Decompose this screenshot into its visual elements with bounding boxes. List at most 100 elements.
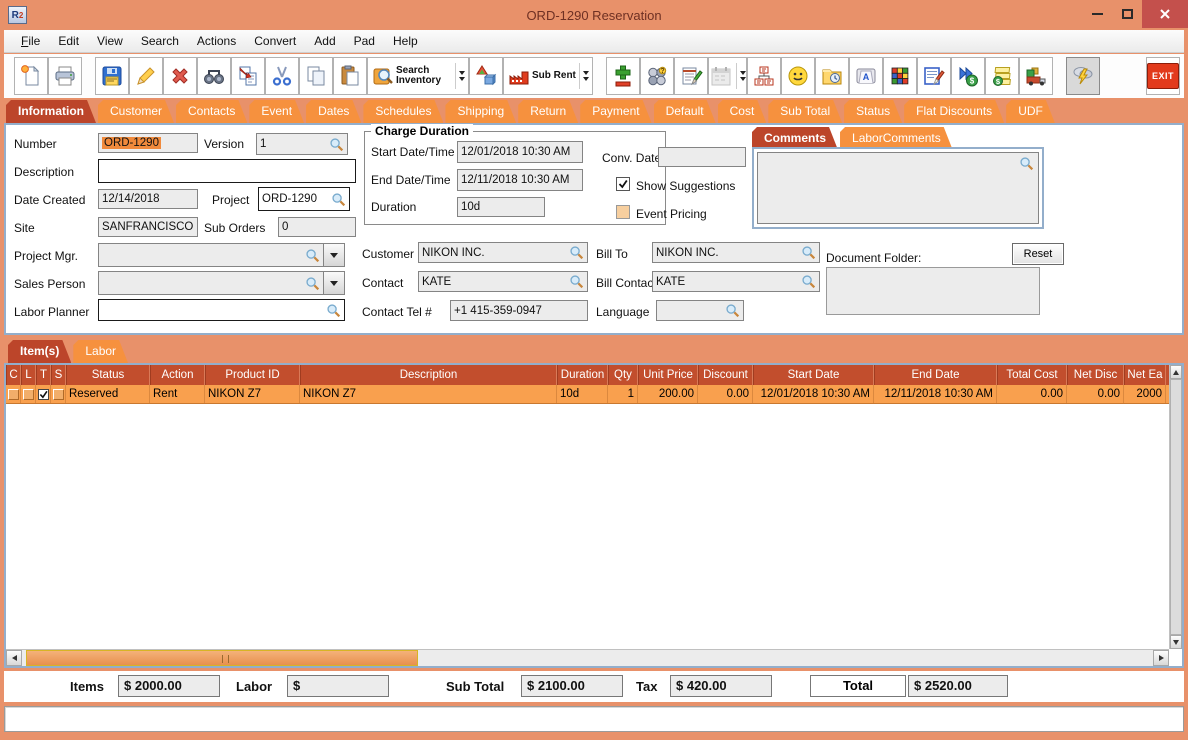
project-mgr-field[interactable] [98, 243, 324, 267]
header-cell-s[interactable]: S [51, 365, 66, 385]
tab-default[interactable]: Default [654, 100, 716, 123]
org-chart-button[interactable] [746, 57, 781, 95]
menu-convert[interactable]: Convert [245, 31, 305, 51]
paste-button[interactable] [333, 57, 367, 95]
contact-tel-field[interactable]: +1 415-359-0947 [450, 300, 588, 321]
cut-button[interactable] [265, 57, 299, 95]
sub-total-field[interactable]: $ 2100.00 [521, 675, 623, 697]
tab-information[interactable]: Information [6, 100, 96, 123]
header-cell-t[interactable]: T [36, 365, 51, 385]
print-button[interactable] [48, 57, 82, 95]
new-button[interactable] [14, 57, 48, 95]
shortcut-key-button[interactable]: A [848, 57, 883, 95]
reset-button[interactable]: Reset [1012, 243, 1064, 265]
tab-shipping[interactable]: Shipping [445, 100, 516, 123]
menu-add[interactable]: Add [305, 31, 344, 51]
calendar-button[interactable] [707, 57, 747, 95]
start-datetime-field[interactable]: 12/01/2018 10:30 AM [457, 141, 583, 163]
project-field[interactable]: ORD-1290 [258, 187, 350, 211]
row-checkbox-t[interactable] [36, 385, 51, 403]
event-pricing-checkbox[interactable] [616, 205, 630, 219]
cell-end-date[interactable]: 12/11/2018 10:30 AM [874, 385, 997, 403]
tab-sub-total[interactable]: Sub Total [768, 100, 842, 123]
header-cell-discount[interactable]: Discount [698, 365, 753, 385]
checkbox-icon[interactable] [7, 388, 19, 400]
number-field[interactable]: ORD-1290 [98, 133, 198, 153]
add-remove-button[interactable] [605, 57, 640, 95]
invoice-button[interactable]: $ [984, 57, 1019, 95]
tab-labor[interactable]: Labor [73, 340, 128, 363]
availability-button[interactable]: ? [639, 57, 674, 95]
copy-to-new-button[interactable] [231, 57, 265, 95]
site-field[interactable]: SANFRANCISCO [98, 217, 198, 237]
cell-net-ea[interactable]: 2000 [1124, 385, 1166, 403]
header-cell-status[interactable]: Status [66, 365, 150, 385]
version-field[interactable]: 1 [256, 133, 348, 155]
vertical-scroll-thumb[interactable] [1170, 379, 1182, 635]
cell-qty[interactable]: 1 [608, 385, 638, 403]
project-mgr-search-icon[interactable] [305, 248, 320, 263]
labor-planner-search-icon[interactable] [326, 303, 341, 318]
header-cell-unit-price[interactable]: Unit Price [638, 365, 698, 385]
menu-search[interactable]: Search [132, 31, 188, 51]
dropdown-arrows-icon[interactable] [455, 63, 465, 89]
checkbox-icon[interactable] [22, 388, 34, 400]
cell-start-date[interactable]: 12/01/2018 10:30 AM [753, 385, 874, 403]
table-row[interactable]: Reserved Rent NIKON Z7 NIKON Z7 10d 1 200.00 0.… [6, 385, 1169, 404]
quick-flash-button[interactable] [1065, 57, 1100, 95]
tab-cost[interactable]: Cost [718, 100, 767, 123]
tab-udf[interactable]: UDF [1006, 100, 1055, 123]
header-cell-end-date[interactable]: End Date [874, 365, 997, 385]
row-checkbox-c[interactable] [6, 385, 21, 403]
notes-button[interactable] [673, 57, 708, 95]
cell-product-id[interactable]: NIKON Z7 [205, 385, 300, 403]
checkbox-icon[interactable] [37, 388, 49, 400]
history-folder-button[interactable] [814, 57, 849, 95]
description-field[interactable] [98, 159, 356, 183]
scroll-left-button[interactable] [6, 650, 22, 666]
menu-view[interactable]: View [88, 31, 132, 51]
row-checkbox-s[interactable] [51, 385, 66, 403]
language-field[interactable] [656, 300, 744, 321]
tab-contacts[interactable]: Contacts [176, 100, 247, 123]
find-button[interactable] [197, 57, 231, 95]
close-button[interactable] [1142, 0, 1188, 28]
cell-duration[interactable]: 10d [557, 385, 608, 403]
row-checkbox-l[interactable] [21, 385, 36, 403]
total-field[interactable]: $ 2520.00 [908, 675, 1008, 697]
cell-unit-price[interactable]: 200.00 [638, 385, 698, 403]
conv-date-field[interactable] [658, 147, 746, 167]
contact-field[interactable]: KATE [418, 271, 588, 292]
duration-field[interactable]: 10d [457, 197, 545, 217]
cell-action[interactable]: Rent [150, 385, 205, 403]
delivery-truck-button[interactable] [1018, 57, 1053, 95]
menu-actions[interactable]: Actions [188, 31, 245, 51]
bill-to-field[interactable]: NIKON INC. [652, 242, 820, 263]
tab-event[interactable]: Event [249, 100, 304, 123]
contact-search-icon[interactable] [569, 274, 584, 289]
menu-file[interactable]: File [12, 31, 49, 51]
header-cell-qty[interactable]: Qty [608, 365, 638, 385]
tab-status[interactable]: Status [844, 100, 902, 123]
horizontal-scroll-thumb[interactable] [26, 650, 418, 666]
tab-schedules[interactable]: Schedules [363, 100, 443, 123]
scroll-right-button[interactable] [1153, 650, 1169, 666]
cell-total-cost[interactable]: 0.00 [997, 385, 1067, 403]
copy-button[interactable] [299, 57, 333, 95]
labor-total-field[interactable]: $ [287, 675, 389, 697]
header-cell-c[interactable]: C [6, 365, 21, 385]
menu-edit[interactable]: Edit [49, 31, 88, 51]
horizontal-scrollbar[interactable] [6, 649, 1169, 666]
header-cell-net-disc[interactable]: Net Disc [1067, 365, 1124, 385]
bill-contact-search-icon[interactable] [801, 274, 816, 289]
comments-search-icon[interactable] [1019, 156, 1034, 171]
cell-description[interactable]: NIKON Z7 [300, 385, 557, 403]
cell-net-disc[interactable]: 0.00 [1067, 385, 1124, 403]
dropdown-arrows-icon[interactable] [578, 63, 589, 89]
tax-field[interactable]: $ 420.00 [670, 675, 772, 697]
edit-document-button[interactable] [916, 57, 951, 95]
show-suggestions-checkbox[interactable] [616, 177, 630, 191]
search-inventory-button[interactable]: Search Inventory [367, 57, 469, 95]
customer-field[interactable]: NIKON INC. [418, 242, 588, 263]
scroll-down-button[interactable] [1170, 635, 1182, 649]
